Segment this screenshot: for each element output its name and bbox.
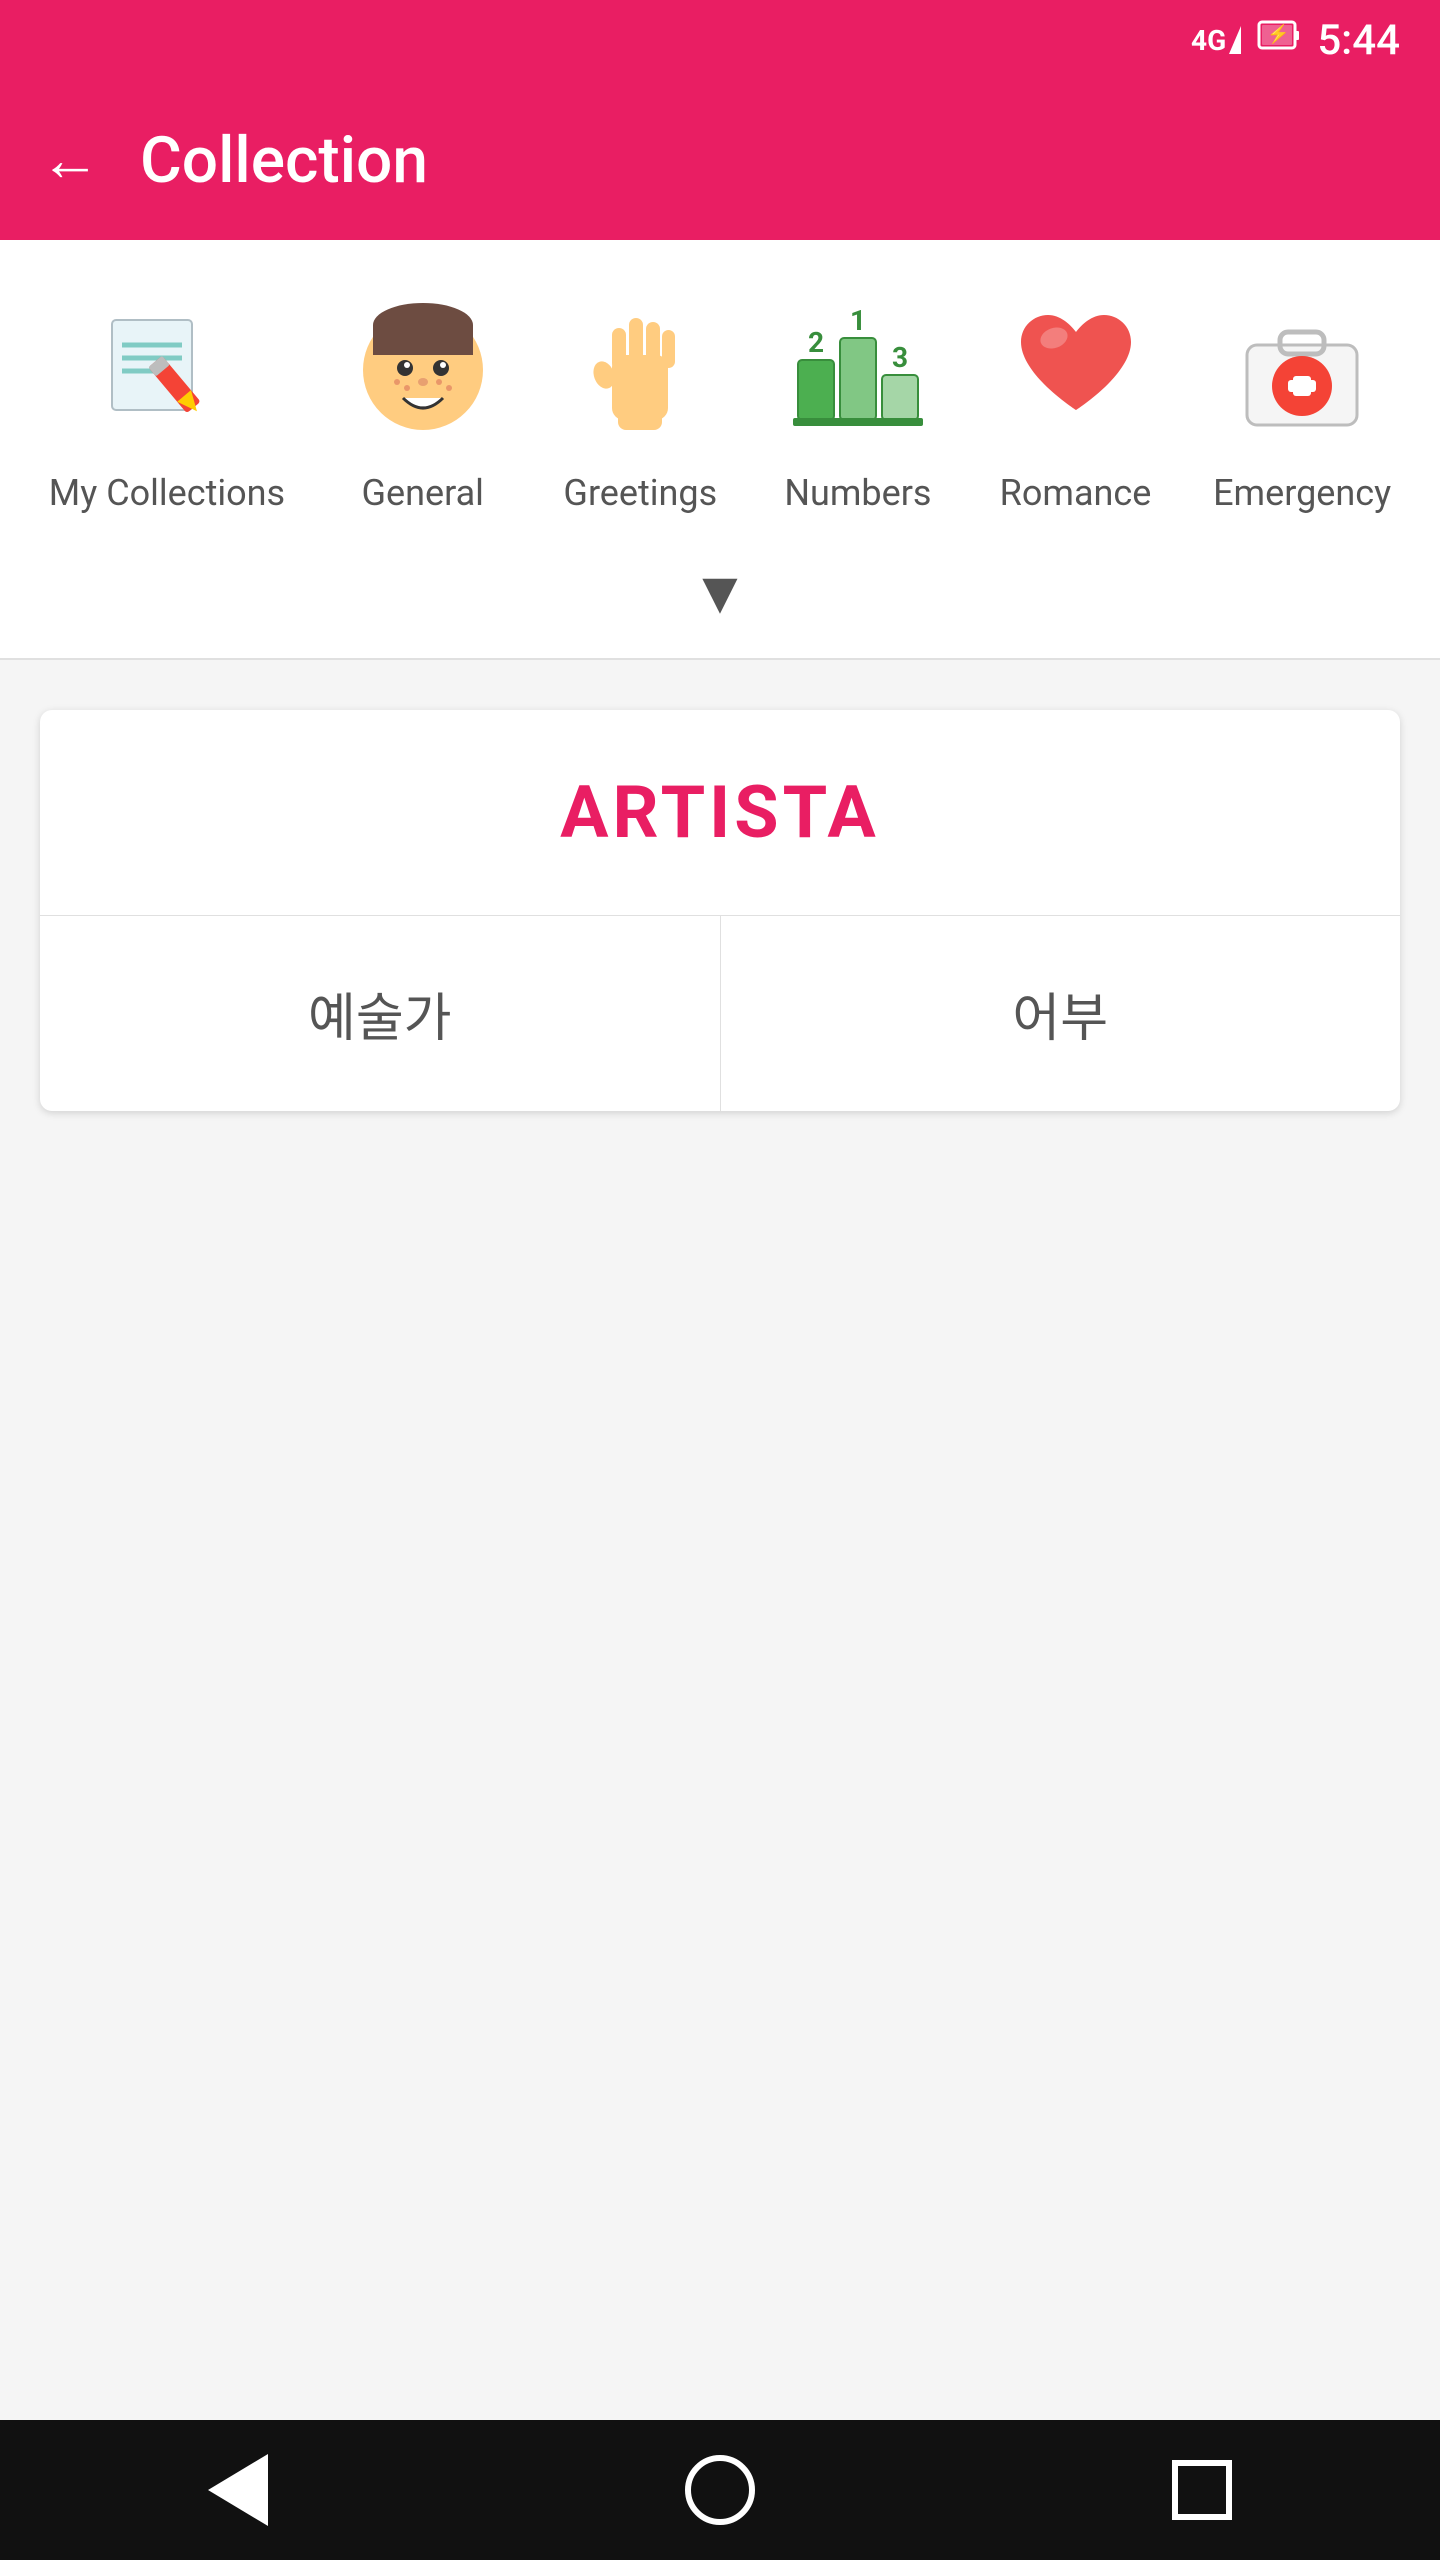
flashcard-choice-2[interactable]: 어부 bbox=[721, 916, 1401, 1111]
romance-icon-wrapper bbox=[996, 290, 1156, 450]
romance-icon bbox=[1006, 300, 1146, 440]
category-item-general[interactable]: General bbox=[333, 280, 513, 527]
nav-recents-icon bbox=[1172, 2460, 1232, 2520]
svg-text:⚡: ⚡ bbox=[1267, 23, 1289, 45]
main-content: ARTISTA 예술가 어부 bbox=[0, 660, 1440, 1161]
emergency-icon bbox=[1232, 300, 1372, 440]
nav-back-button[interactable] bbox=[208, 2454, 268, 2526]
numbers-icon-wrapper: 2 1 3 bbox=[778, 290, 938, 450]
my-collections-icon bbox=[97, 300, 237, 440]
svg-text:1: 1 bbox=[850, 304, 866, 337]
category-item-emergency[interactable]: Emergency bbox=[1203, 280, 1401, 527]
status-time: 5:44 bbox=[1317, 16, 1400, 65]
nav-recents-button[interactable] bbox=[1172, 2460, 1232, 2520]
nav-home-button[interactable] bbox=[685, 2455, 755, 2525]
my-collections-label: My Collections bbox=[49, 470, 285, 517]
romance-label: Romance bbox=[1000, 470, 1152, 517]
emergency-icon-wrapper bbox=[1222, 290, 1382, 450]
category-item-romance[interactable]: Romance bbox=[986, 280, 1166, 527]
signal-icon: 4G bbox=[1191, 16, 1241, 65]
chevron-down-icon[interactable]: ▼ bbox=[690, 557, 749, 628]
flashcard: ARTISTA 예술가 어부 bbox=[40, 710, 1400, 1111]
category-item-numbers[interactable]: 2 1 3 Numbers bbox=[768, 280, 948, 527]
general-icon bbox=[353, 300, 493, 440]
my-collections-icon-wrapper bbox=[87, 290, 247, 450]
battery-icon: ⚡ bbox=[1257, 14, 1301, 67]
numbers-label: Numbers bbox=[784, 470, 931, 517]
svg-text:3: 3 bbox=[892, 341, 908, 374]
greetings-icon bbox=[570, 300, 710, 440]
numbers-icon: 2 1 3 bbox=[788, 300, 928, 440]
back-button[interactable]: ← bbox=[40, 130, 100, 190]
greetings-icon-wrapper bbox=[560, 290, 720, 450]
flashcard-choices: 예술가 어부 bbox=[40, 916, 1400, 1111]
category-item-my-collections[interactable]: My Collections bbox=[39, 280, 295, 527]
status-bar: 4G ⚡ 5:44 bbox=[0, 0, 1440, 80]
nav-bar bbox=[0, 2420, 1440, 2560]
svg-text:4G: 4G bbox=[1191, 24, 1226, 56]
flashcard-word-area: ARTISTA bbox=[40, 710, 1400, 916]
general-label: General bbox=[362, 470, 484, 517]
nav-back-icon bbox=[208, 2454, 268, 2526]
greetings-label: Greetings bbox=[563, 470, 717, 517]
app-title: Collection bbox=[140, 123, 428, 198]
category-item-greetings[interactable]: Greetings bbox=[550, 280, 730, 527]
nav-home-icon bbox=[685, 2455, 755, 2525]
emergency-label: Emergency bbox=[1213, 470, 1391, 517]
status-icons: 4G ⚡ 5:44 bbox=[1191, 14, 1400, 67]
category-row: My Collections bbox=[0, 240, 1440, 547]
chevron-row: ▼ bbox=[0, 547, 1440, 660]
general-icon-wrapper bbox=[343, 290, 503, 450]
app-bar: ← Collection bbox=[0, 80, 1440, 240]
svg-text:2: 2 bbox=[808, 326, 824, 359]
flashcard-choice-1[interactable]: 예술가 bbox=[40, 916, 721, 1111]
flashcard-word-text: ARTISTA bbox=[560, 770, 880, 855]
